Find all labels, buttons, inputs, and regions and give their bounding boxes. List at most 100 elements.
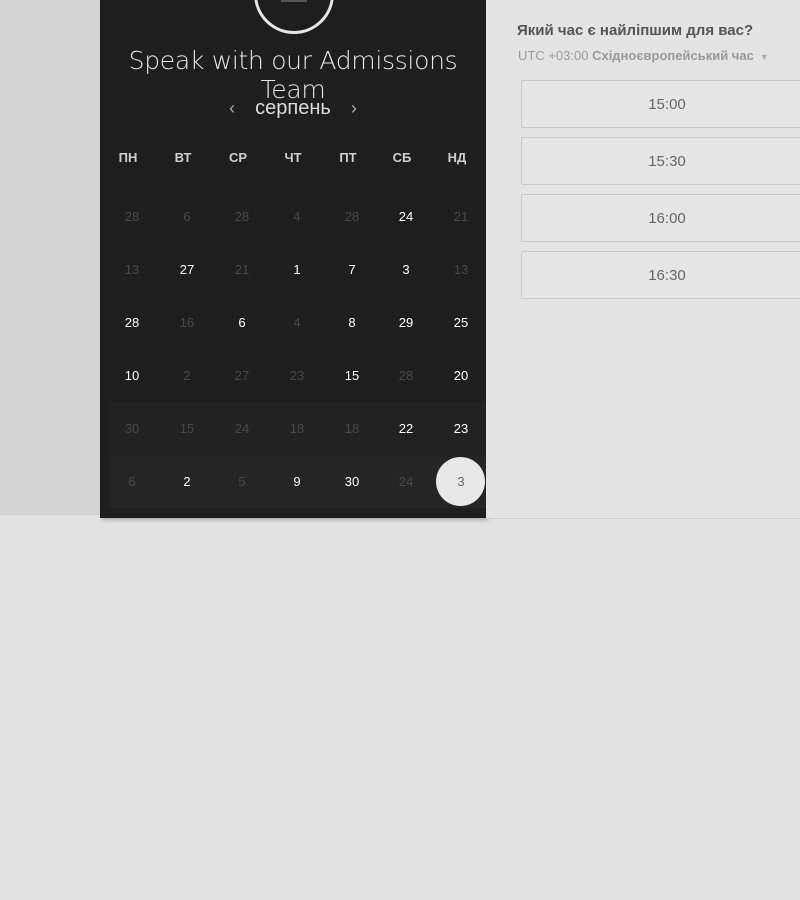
calendar-day: 30 (108, 402, 156, 455)
chevron-right-icon[interactable]: › (345, 98, 363, 119)
calendar-week-row: 28 6 28 4 28 24 21 (110, 190, 486, 243)
timezone-name: Східноєвропейський час (592, 48, 754, 63)
calendar-day: 2 (163, 349, 211, 402)
day-number: 15 (179, 421, 195, 436)
month-label: серпень (255, 96, 331, 119)
day-number: 16 (179, 315, 195, 330)
calendar-day[interactable]: 24 (382, 190, 430, 243)
selected-calendar-day[interactable]: 3 (436, 455, 485, 508)
calendar-day[interactable]: 28 (108, 296, 156, 349)
weekday-label: НД (447, 150, 467, 165)
day-number: 10 (124, 368, 140, 383)
calendar-day[interactable]: 8 (328, 296, 376, 349)
calendar-day[interactable]: 27 (163, 243, 211, 296)
day-number: 5 (238, 474, 246, 489)
chevron-left-icon[interactable]: ‹ (223, 98, 241, 119)
day-number: 24 (398, 474, 414, 489)
calendar-grid: 28 6 28 4 28 24 21 13 27 21 1 7 3 13 28 16 6 4 8 29 25 10 2 27 2… (110, 190, 486, 508)
day-number: 21 (234, 262, 250, 277)
day-number: 30 (344, 474, 360, 489)
day-number: 2 (183, 474, 191, 489)
day-number: 13 (453, 262, 469, 277)
calendar-day[interactable]: 1 (273, 243, 321, 296)
weekday-header: ПН ВТ СР ЧТ ПТ СБ НД (100, 150, 486, 172)
day-number: 6 (238, 315, 246, 330)
day-number: 18 (289, 421, 305, 436)
day-number: 21 (453, 209, 469, 224)
calendar-day[interactable]: 30 (328, 455, 376, 508)
calendar-day[interactable]: 22 (382, 402, 430, 455)
day-number: 2 (183, 368, 191, 383)
day-number: 6 (128, 474, 136, 489)
calendar-day: 23 (273, 349, 321, 402)
day-number: 13 (124, 262, 140, 277)
school-logo (254, 0, 334, 34)
day-number: 6 (183, 209, 191, 224)
calendar-day[interactable]: 15 (328, 349, 376, 402)
weekday-label: СБ (392, 150, 412, 165)
calendar-day: 4 (273, 190, 321, 243)
calendar-day[interactable]: 7 (328, 243, 376, 296)
calendar-day: 28 (328, 190, 376, 243)
calendar-day[interactable]: 10 (108, 349, 156, 402)
calendar-day: 13 (108, 243, 156, 296)
day-number: 27 (179, 262, 195, 277)
calendar-week-row: 6 2 5 9 30 24 3 (110, 455, 486, 508)
time-selection-panel: Який час є найліпшим для вас? UTC +03:00… (486, 0, 800, 519)
calendar-day[interactable]: 2 (163, 455, 211, 508)
day-number: 7 (348, 262, 356, 277)
calendar-day: 15 (163, 402, 211, 455)
day-number: 29 (398, 315, 414, 330)
day-number: 24 (234, 421, 250, 436)
weekday-label: ЧТ (284, 150, 302, 165)
weekday-label: СР (228, 150, 248, 165)
day-number: 28 (344, 209, 360, 224)
timezone-selector[interactable]: UTC +03:00 Східноєвропейський час ▼ (518, 48, 769, 63)
calendar-day: 24 (382, 455, 430, 508)
day-number: 28 (234, 209, 250, 224)
day-number: 9 (293, 474, 301, 489)
day-number: 3 (402, 262, 410, 277)
time-slot-button[interactable]: 15:00 (521, 80, 800, 128)
calendar-day: 18 (328, 402, 376, 455)
day-number: 4 (293, 209, 301, 224)
calendar-day[interactable]: 20 (437, 349, 485, 402)
calendar-week-row: 30 15 24 18 18 22 23 (110, 402, 486, 455)
calendar-day: 16 (163, 296, 211, 349)
calendar-day: 4 (273, 296, 321, 349)
calendar-day[interactable]: 23 (437, 402, 485, 455)
day-number: 25 (453, 315, 469, 330)
timezone-offset: UTC +03:00 (518, 48, 593, 63)
time-question: Який час є найліпшим для вас? (517, 22, 754, 39)
calendar-day[interactable]: 3 (382, 243, 430, 296)
month-navigation: ‹ серпень › (100, 94, 486, 122)
calendar-day: 13 (437, 243, 485, 296)
time-slot-button[interactable]: 15:30 (521, 137, 800, 185)
calendar-day: 6 (163, 190, 211, 243)
calendar-day: 24 (218, 402, 266, 455)
calendar-day: 18 (273, 402, 321, 455)
calendar-day[interactable]: 25 (437, 296, 485, 349)
calendar-day: 28 (108, 190, 156, 243)
time-slot-button[interactable]: 16:00 (521, 194, 800, 242)
calendar-panel: Speak with our Admissions Team ‹ серпень… (100, 0, 486, 518)
day-number: 3 (457, 474, 465, 489)
logo-mark (281, 0, 307, 2)
day-number: 28 (398, 368, 414, 383)
calendar-day: 21 (218, 243, 266, 296)
calendar-day: 6 (108, 455, 156, 508)
calendar-day: 28 (218, 190, 266, 243)
calendar-day: 5 (218, 455, 266, 508)
day-number: 23 (453, 421, 469, 436)
weekday-label: ПТ (339, 150, 357, 165)
day-number: 24 (398, 209, 414, 224)
calendar-week-row: 28 16 6 4 8 29 25 (110, 296, 486, 349)
calendar-week-row: 13 27 21 1 7 3 13 (110, 243, 486, 296)
day-number: 28 (124, 209, 140, 224)
calendar-day[interactable]: 29 (382, 296, 430, 349)
caret-down-icon: ▼ (759, 51, 769, 62)
calendar-day[interactable]: 6 (218, 296, 266, 349)
day-number: 15 (344, 368, 360, 383)
calendar-day[interactable]: 9 (273, 455, 321, 508)
time-slot-button[interactable]: 16:30 (521, 251, 800, 299)
